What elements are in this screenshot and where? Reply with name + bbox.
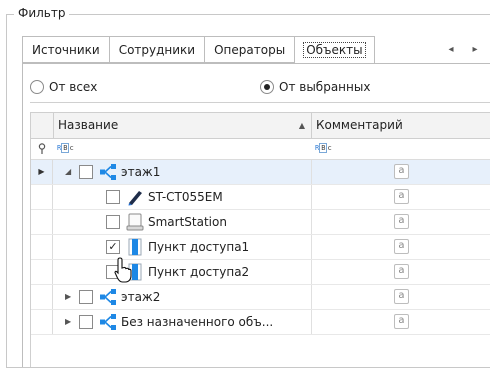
row-name: Без назначенного объ... (121, 315, 274, 329)
row-checkbox[interactable] (106, 215, 120, 229)
comment-editor-icon[interactable]: a (394, 314, 409, 329)
sort-ascending-icon: ▲ (298, 121, 305, 130)
comment-editor-icon[interactable]: a (394, 239, 409, 254)
cell-divider (311, 235, 312, 259)
row-checkbox[interactable]: ✓ (106, 240, 120, 254)
row-name: Пункт доступа2 (148, 265, 250, 279)
hierarchy-icon (99, 313, 117, 331)
row-name: SmartStation (148, 215, 227, 229)
table-row[interactable]: ✓ Пункт доступа1 a (31, 235, 490, 260)
radio-circle (30, 80, 44, 94)
comment-editor-icon[interactable]: a (394, 289, 409, 304)
table-row[interactable]: ▶ ◢ этаж1 a (31, 160, 490, 185)
tab-label: Сотрудники (118, 43, 196, 57)
tab-objects[interactable]: Объекты (295, 36, 375, 64)
row-checkbox[interactable] (79, 290, 93, 304)
row-indicator (31, 185, 53, 209)
tab-operators[interactable]: Операторы (205, 36, 296, 63)
auto-filter-row: RBc RBc (31, 139, 490, 160)
radio-label: От всех (49, 80, 98, 94)
row-checkbox[interactable] (106, 190, 120, 204)
comment-editor-icon[interactable]: a (394, 264, 409, 279)
radio-label: От выбранных (279, 80, 371, 94)
row-name: этаж2 (121, 290, 161, 304)
row-checkbox[interactable] (79, 165, 93, 179)
door-icon (126, 238, 144, 256)
pen-reader-icon (126, 188, 144, 206)
expand-icon[interactable]: ▶ (65, 310, 71, 334)
row-name: Пункт доступа1 (148, 240, 250, 254)
row-checkbox[interactable] (79, 315, 93, 329)
row-indicator (31, 260, 53, 284)
text-filter-icon[interactable]: RBc (315, 143, 332, 153)
table-row[interactable]: ▶ этаж2 a (31, 285, 490, 310)
comment-editor-icon[interactable]: a (394, 214, 409, 229)
tab-label: Операторы (214, 43, 286, 57)
tab-employees[interactable]: Сотрудники (109, 36, 206, 63)
comment-editor-icon[interactable]: a (394, 189, 409, 204)
hierarchy-icon (99, 163, 117, 181)
row-indicator (31, 235, 53, 259)
text-filter-icon[interactable]: RBc (57, 143, 74, 153)
hierarchy-icon (99, 288, 117, 306)
cell-divider (311, 260, 312, 284)
column-header-name[interactable]: Название ▲ (53, 113, 311, 138)
tab-label: Объекты (303, 42, 366, 58)
station-icon (126, 213, 144, 231)
radio-circle (260, 80, 274, 94)
table-row[interactable]: ST-CT055EM a (31, 185, 490, 210)
filter-title: Фильтр (14, 6, 70, 20)
tab-scroll-left-icon[interactable]: ◂ (440, 36, 462, 63)
table-row[interactable]: Пункт доступа2 a (31, 260, 490, 285)
tab-scroll-right-icon[interactable]: ▸ (464, 36, 486, 63)
row-indicator (31, 310, 53, 334)
collapse-icon[interactable]: ◢ (65, 160, 71, 184)
table-row[interactable]: ▶ Без назначенного объ... a (31, 310, 490, 335)
tab-strip: Источники Сотрудники Операторы Объекты (22, 36, 375, 64)
radio-from-all[interactable]: От всех (30, 80, 97, 94)
row-indicator (31, 210, 53, 234)
table-row[interactable]: SmartStation a (31, 210, 490, 235)
cell-divider (311, 185, 312, 209)
hand-cursor-icon (114, 257, 132, 283)
row-indicator (31, 285, 53, 309)
pin-icon (38, 143, 46, 154)
cell-divider (311, 285, 312, 309)
row-name: ST-CT055EM (148, 190, 223, 204)
radio-group: От всех От выбранных (30, 74, 490, 103)
comment-editor-icon[interactable]: a (394, 164, 409, 179)
tab-label: Источники (32, 43, 100, 57)
row-indicator: ▶ (31, 160, 53, 184)
grid-header: Название ▲ Комментарий (31, 113, 490, 139)
row-name: этаж1 (121, 165, 161, 179)
objects-grid: Название ▲ Комментарий RBc RBc ▶ ◢ этаж1 a S… (30, 112, 490, 367)
expand-icon[interactable]: ▶ (65, 285, 71, 309)
cell-divider (311, 310, 312, 334)
cell-divider (311, 160, 312, 184)
column-title: Название (58, 118, 119, 132)
column-header-comment[interactable]: Комментарий (311, 113, 490, 138)
radio-from-selected[interactable]: От выбранных (260, 80, 370, 94)
tab-sources[interactable]: Источники (22, 36, 110, 63)
cell-divider (311, 210, 312, 234)
column-title: Комментарий (316, 118, 403, 132)
